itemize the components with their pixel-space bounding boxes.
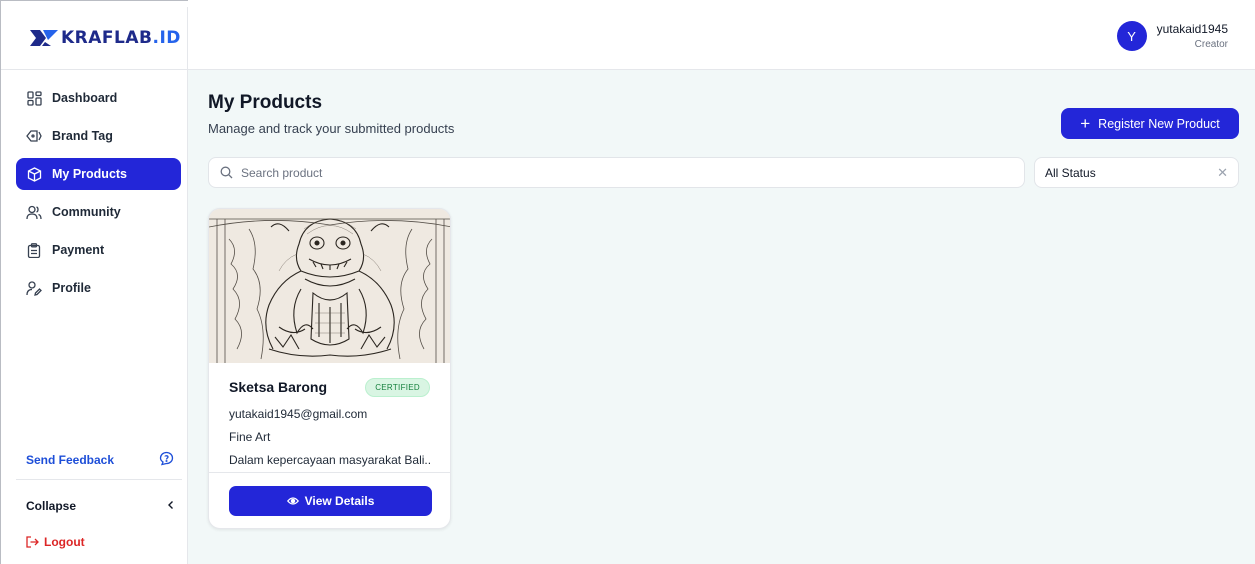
product-name: Sketsa Barong xyxy=(229,379,328,395)
sidebar-item-label: Community xyxy=(52,205,121,219)
view-details-button[interactable]: View Details xyxy=(229,486,432,516)
box-icon xyxy=(26,166,42,182)
main-content: My Products Manage and track your submit… xyxy=(188,70,1255,564)
sidebar-divider xyxy=(16,479,182,480)
register-new-product-button[interactable]: + Register New Product xyxy=(1061,108,1239,139)
sidebar-item-my-products[interactable]: My Products xyxy=(16,158,181,190)
search-bar xyxy=(208,157,1025,188)
sidebar-item-label: Dashboard xyxy=(52,91,118,105)
brand-name: KRAFLAB.ID xyxy=(61,28,181,48)
sidebar-item-dashboard[interactable]: Dashboard xyxy=(16,82,181,114)
product-card: Sketsa Barong CERTIFIED yutakaid1945@gma… xyxy=(208,208,451,529)
send-feedback-label: Send Feedback xyxy=(26,453,115,467)
search-input[interactable] xyxy=(241,165,1001,180)
user-menu[interactable]: Y yutakaid1945 Creator xyxy=(1116,21,1228,51)
users-icon xyxy=(26,204,42,220)
sidebar-item-label: Payment xyxy=(52,243,105,257)
sidebar-item-label: My Products xyxy=(52,167,128,181)
window-top-strip xyxy=(188,0,1255,7)
collapse-label: Collapse xyxy=(26,499,77,513)
sidebar-item-label: Profile xyxy=(52,281,91,295)
register-button-label: Register New Product xyxy=(1098,116,1220,131)
page-subtitle: Manage and track your submitted products xyxy=(208,121,455,136)
clear-filter-icon[interactable]: ✕ xyxy=(1217,165,1228,181)
product-title-row: Sketsa Barong CERTIFIED xyxy=(229,377,430,397)
status-badge: CERTIFIED xyxy=(365,377,430,397)
user-name: yutakaid1945 xyxy=(1156,22,1228,36)
avatar[interactable]: Y xyxy=(1116,21,1147,51)
logout-button[interactable]: Logout xyxy=(26,535,85,549)
logout-icon xyxy=(26,536,39,548)
tag-icon xyxy=(26,128,42,144)
brand-logo[interactable]: KRAFLAB.ID xyxy=(1,7,187,70)
product-category: Fine Art xyxy=(229,430,271,444)
logout-label: Logout xyxy=(44,535,85,549)
user-info: yutakaid1945 Creator xyxy=(1157,22,1228,50)
card-divider xyxy=(209,472,450,473)
user-edit-icon xyxy=(26,280,42,296)
status-filter-value: All Status xyxy=(1045,165,1096,180)
sidebar-nav: Dashboard Brand Tag My Products Communit… xyxy=(1,70,187,304)
sidebar-item-community[interactable]: Community xyxy=(16,196,181,228)
sidebar: KRAFLAB.ID Dashboard Brand Tag My Produc… xyxy=(1,7,188,564)
feedback-chat-icon xyxy=(159,451,174,469)
sidebar-item-label: Brand Tag xyxy=(52,129,113,143)
search-icon xyxy=(220,166,233,179)
page-title: My Products xyxy=(208,92,323,113)
send-feedback-button[interactable]: Send Feedback xyxy=(26,451,174,469)
chevron-left-icon xyxy=(166,499,176,513)
plus-icon: + xyxy=(1080,114,1091,133)
top-bar: Y yutakaid1945 Creator xyxy=(188,7,1255,70)
product-card-body: Sketsa Barong CERTIFIED yutakaid1945@gma… xyxy=(209,363,450,467)
status-filter-select[interactable]: All Status ✕ xyxy=(1034,157,1239,188)
product-description: Dalam kepercayaan masyarakat Bali... xyxy=(229,453,430,467)
sidebar-item-payment[interactable]: Payment xyxy=(16,234,181,266)
product-email: yutakaid1945@gmail.com xyxy=(229,407,368,421)
kraflab-logo-icon xyxy=(30,30,58,46)
sidebar-item-brand-tag[interactable]: Brand Tag xyxy=(16,120,181,152)
dashboard-grid-icon xyxy=(26,90,42,106)
collapse-sidebar-button[interactable]: Collapse xyxy=(26,499,176,513)
view-details-label: View Details xyxy=(304,494,375,508)
eye-icon xyxy=(286,496,299,506)
sidebar-item-profile[interactable]: Profile xyxy=(16,272,181,304)
user-role: Creator xyxy=(1194,39,1228,50)
product-image xyxy=(209,209,450,363)
clipboard-icon xyxy=(26,242,42,258)
